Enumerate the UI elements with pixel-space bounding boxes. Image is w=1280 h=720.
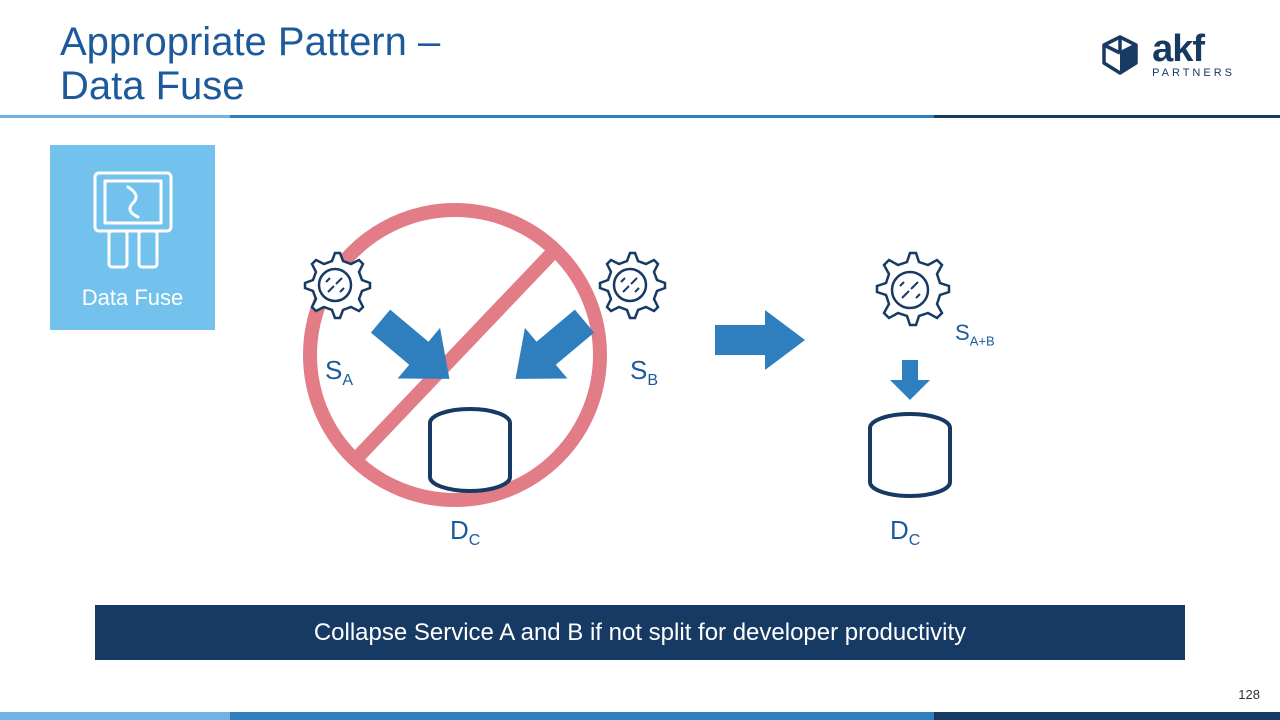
header-divider	[0, 115, 1280, 118]
slide-title: Appropriate Pattern – Data Fuse	[60, 20, 1220, 108]
pattern-label: Data Fuse	[82, 285, 184, 311]
pattern-card: Data Fuse	[50, 145, 215, 330]
arrow-down-icon	[885, 355, 935, 405]
database-icon	[420, 405, 520, 500]
logo-brand: akf	[1152, 30, 1235, 68]
label-sb: SB	[630, 355, 658, 390]
gear-icon	[865, 245, 955, 335]
label-sab: SA+B	[955, 320, 995, 348]
database-icon	[860, 410, 960, 505]
logo-sub: PARTNERS	[1152, 68, 1235, 79]
page-number: 128	[1238, 687, 1260, 702]
footer-divider	[0, 712, 1280, 720]
label-sa: SA	[325, 355, 353, 390]
label-dc2: DC	[890, 515, 920, 550]
cube-icon	[1096, 31, 1144, 79]
arrow-icon	[360, 305, 470, 395]
brand-logo: akf PARTNERS	[1096, 30, 1235, 79]
arrow-icon	[495, 305, 605, 395]
label-dc1: DC	[450, 515, 480, 550]
arrow-right-icon	[710, 305, 810, 375]
diagram: SA SB SA+B DC DC	[260, 145, 1220, 575]
caption-bar: Collapse Service A and B if not split fo…	[95, 605, 1185, 660]
fuse-icon	[83, 165, 183, 275]
